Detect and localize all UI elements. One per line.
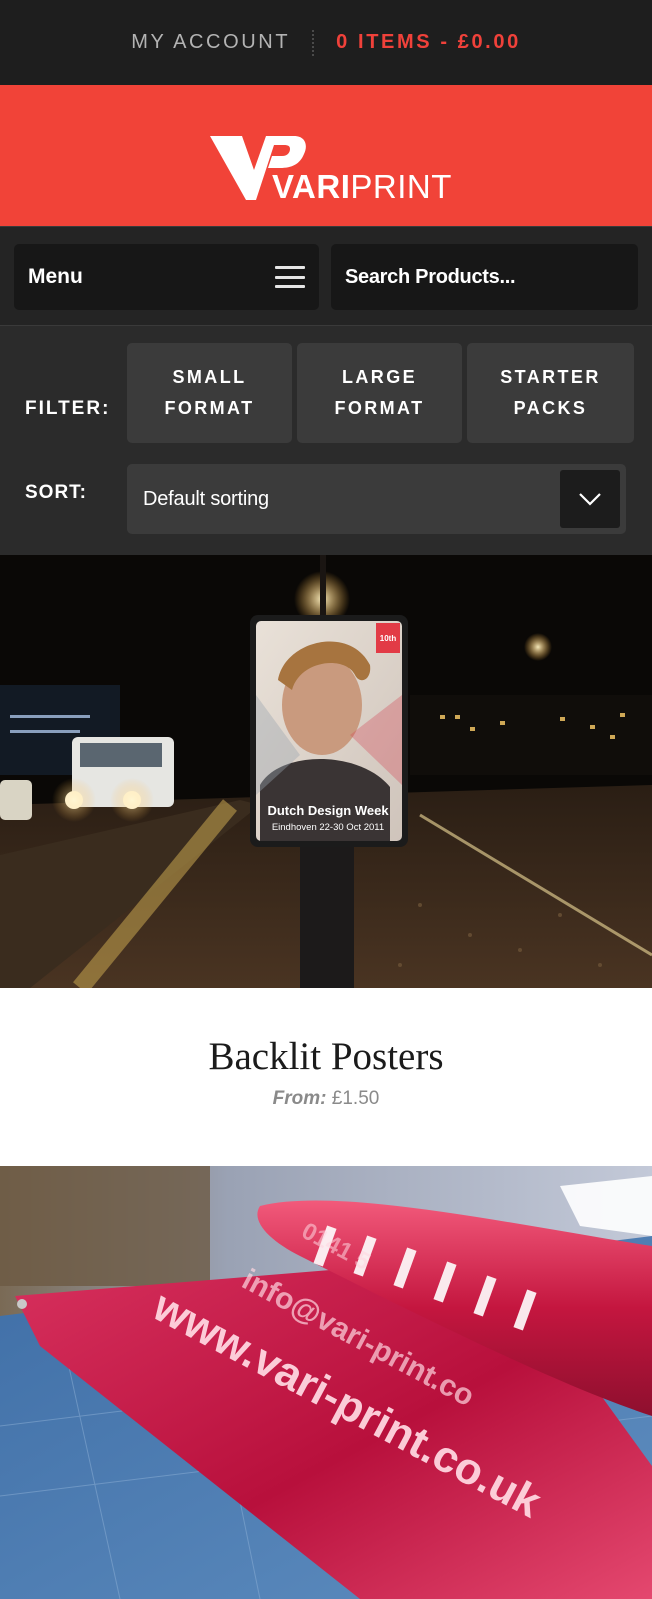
sort-dropdown-toggle[interactable] — [560, 470, 620, 528]
logo-wordmark: VARIPRINT — [272, 167, 452, 205]
price-value: £1.50 — [331, 1088, 380, 1109]
chip-label-line: STARTER — [500, 367, 601, 387]
top-bar: MY ACCOUNT 0 ITEMS - £0.00 — [0, 0, 652, 85]
search-box — [331, 244, 638, 310]
cart-summary-link[interactable]: 0 ITEMS - £0.00 — [336, 31, 521, 54]
search-input[interactable] — [345, 265, 613, 289]
chip-label-line: LARGE — [342, 367, 417, 387]
poster-title-text: Dutch Design Week — [267, 803, 389, 818]
menu-label: Menu — [28, 265, 83, 288]
chip-label-line: FORMAT — [334, 398, 425, 418]
filter-large-format-button[interactable]: LARGE FORMAT — [297, 343, 462, 443]
sort-selected-value: Default sorting — [143, 488, 269, 510]
night-street-photo: 10th Dutch Design Week Eindhoven 22-30 O… — [0, 555, 652, 988]
chip-label-line: SMALL — [172, 367, 247, 387]
product-image-banners[interactable]: www.vari-print.co.uk info@vari-print.co … — [0, 1166, 652, 1599]
shop-controls: Menu FILTER: SMALL FORMAT LARGE FORMAT S… — [0, 226, 652, 555]
my-account-link[interactable]: MY ACCOUNT — [131, 31, 290, 54]
divider — [312, 29, 315, 56]
sort-label: SORT: — [25, 482, 87, 503]
nav-row: Menu — [0, 226, 652, 326]
sort-select[interactable]: Default sorting — [127, 464, 626, 534]
filter-label: FILTER: — [25, 398, 111, 419]
product-title[interactable]: Backlit Posters — [0, 1034, 652, 1079]
poster-subtitle-text: Eindhoven 22-30 Oct 2011 — [272, 822, 384, 833]
product-image-backlit-posters[interactable]: 10th Dutch Design Week Eindhoven 22-30 O… — [0, 555, 652, 988]
vinyl-banner-photo: www.vari-print.co.uk info@vari-print.co … — [0, 1166, 652, 1599]
chip-label-line: PACKS — [513, 398, 588, 418]
variprint-logo[interactable]: VARIPRINT — [208, 106, 451, 206]
price-prefix: From: — [272, 1088, 327, 1109]
poster-badge-text: 10th — [380, 634, 397, 643]
chevron-down-icon — [579, 493, 601, 506]
hamburger-icon — [275, 266, 305, 288]
chip-label-line: FORMAT — [164, 398, 255, 418]
filter-small-format-button[interactable]: SMALL FORMAT — [127, 343, 292, 443]
menu-button[interactable]: Menu — [14, 244, 319, 310]
product-price: From: £1.50 — [0, 1088, 652, 1110]
brand-header: VARIPRINT — [0, 85, 652, 226]
filter-starter-packs-button[interactable]: STARTER PACKS — [467, 343, 634, 443]
